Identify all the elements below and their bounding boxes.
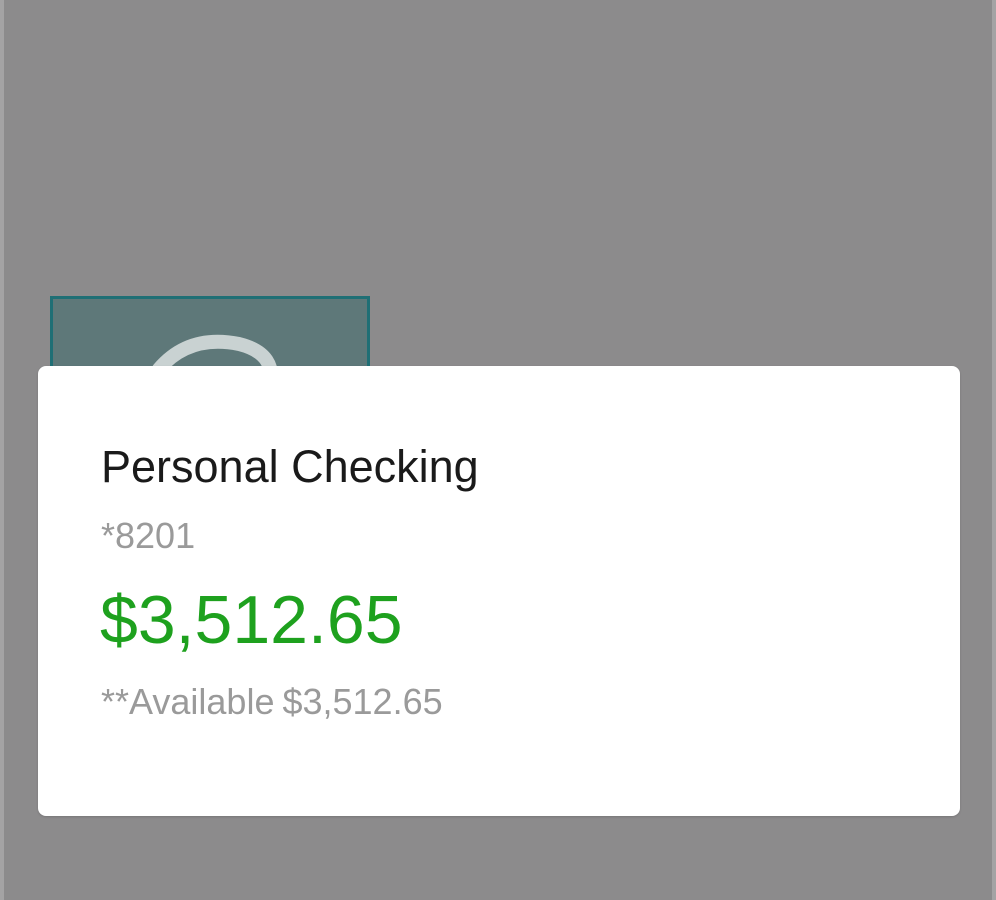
available-balance-row: **Available $3,512.65 xyxy=(101,684,443,720)
modal-overlay[interactable]: Personal Checking *8201 $3,512.65 **Avai… xyxy=(0,0,996,900)
account-card[interactable]: Personal Checking *8201 $3,512.65 **Avai… xyxy=(38,366,960,816)
account-number: *8201 xyxy=(101,515,196,556)
account-name: Personal Checking xyxy=(101,441,479,492)
screen-edge-right xyxy=(992,0,996,900)
available-label: **Available xyxy=(101,681,275,722)
balance-amount: $3,512.65 xyxy=(100,582,403,658)
available-amount: $3,512.65 xyxy=(282,681,443,722)
screen-edge-left xyxy=(0,0,4,900)
